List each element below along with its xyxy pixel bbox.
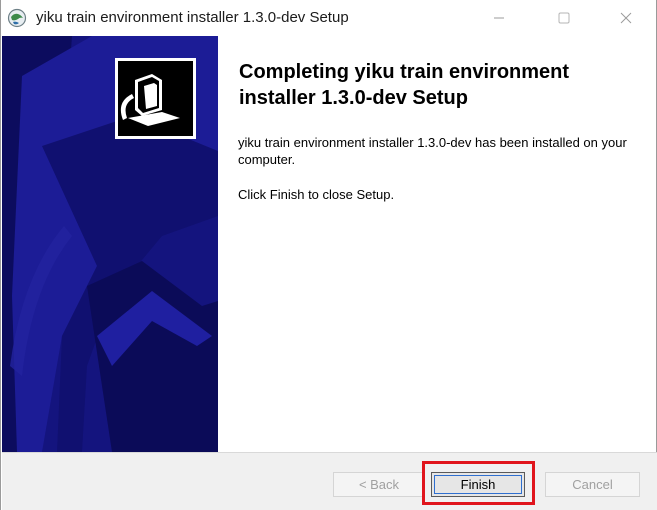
cancel-button-label: Cancel xyxy=(572,477,613,492)
minimize-button[interactable] xyxy=(476,0,522,36)
maximize-button[interactable] xyxy=(541,0,587,36)
finish-highlight-box xyxy=(422,461,535,505)
back-button[interactable]: < Back xyxy=(333,472,425,497)
wizard-banner xyxy=(2,36,218,452)
maximize-icon xyxy=(558,12,570,24)
divider xyxy=(2,452,657,453)
finish-instruction: Click Finish to close Setup. xyxy=(238,187,395,202)
installer-app-icon xyxy=(7,8,27,28)
installed-message: yiku train environment installer 1.3.0-d… xyxy=(238,135,627,167)
setup-window: yiku train environment installer 1.3.0-d… xyxy=(0,0,657,510)
close-icon xyxy=(620,12,632,24)
title-bar[interactable]: yiku train environment installer 1.3.0-d… xyxy=(1,0,656,36)
back-button-label: < Back xyxy=(358,477,400,492)
banner-graphic xyxy=(2,36,218,452)
minimize-icon xyxy=(494,17,504,19)
cancel-button[interactable]: Cancel xyxy=(545,472,640,497)
close-button[interactable] xyxy=(603,0,649,36)
window-title: yiku train environment installer 1.3.0-d… xyxy=(36,9,349,26)
content-panel: Completing yiku train environment instal… xyxy=(218,36,656,452)
page-title: Completing yiku train environment instal… xyxy=(239,61,570,109)
